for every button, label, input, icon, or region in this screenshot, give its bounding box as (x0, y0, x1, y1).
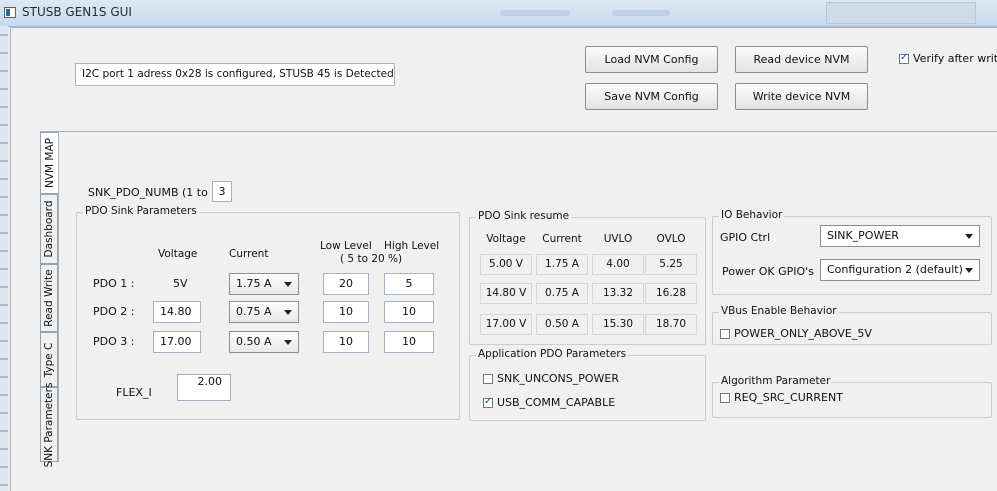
resume-current-header: Current (542, 233, 582, 245)
resume-cell: 0.50 A (536, 314, 588, 335)
chevron-down-icon (284, 340, 292, 345)
group-title: PDO Sink Parameters (83, 205, 199, 217)
group-title: Algorithm Parameter (719, 375, 833, 387)
flex-i-input[interactable]: 2.00 (177, 374, 231, 401)
resume-cell: 14.80 V (480, 283, 532, 304)
power-ok-gpio-select[interactable]: Configuration 2 (default) (820, 259, 980, 281)
status-field: I2C port 1 adress 0x28 is configured, ST… (75, 63, 395, 86)
window-edge (0, 26, 8, 490)
resume-cell: 15.30 (592, 314, 644, 335)
pdo-2-current-select[interactable]: 0.75 A (229, 301, 299, 323)
blurred-window-thumbnail (826, 2, 976, 24)
resume-cell: 18.70 (645, 314, 697, 335)
pdo-3-low-level-input[interactable]: 10 (323, 331, 369, 353)
usb-comm-capable-checkbox[interactable]: USB_COMM_CAPABLE (483, 396, 615, 409)
checkbox-unchecked-icon (483, 374, 493, 384)
resume-cell: 17.00 V (480, 314, 532, 335)
high-level-header: High Level (384, 240, 440, 252)
chevron-down-icon (284, 310, 292, 315)
chevron-down-icon (965, 268, 973, 273)
verify-after-write-checkbox[interactable]: Verify after write (899, 52, 997, 65)
group-title: Application PDO Parameters (476, 348, 629, 360)
pdo-3-high-level-input[interactable]: 10 (384, 331, 434, 353)
window-title: STUSB GEN1S GUI (22, 5, 132, 19)
resume-cell: 1.75 A (536, 254, 588, 275)
snk-uncons-power-checkbox[interactable]: SNK_UNCONS_POWER (483, 372, 619, 385)
resume-ovlo-header: OVLO (656, 233, 686, 245)
vertical-tab-strip: NVM MAP Dashboard Read Write Type C SNK … (40, 132, 59, 467)
tab-read-write[interactable]: Read Write (40, 264, 58, 332)
application-pdo-parameters-group: Application PDO Parameters (469, 348, 706, 421)
pdo-1-current-select[interactable]: 1.75 A (229, 273, 299, 295)
resume-cell: 5.25 (645, 254, 697, 275)
blurred-title-text (500, 10, 570, 16)
write-device-nvm-button[interactable]: Write device NVM (735, 83, 868, 110)
pdo-2-label: PDO 2 : (93, 305, 135, 318)
resume-voltage-header: Voltage (486, 233, 526, 245)
tab-dashboard[interactable]: Dashboard (40, 194, 58, 264)
pdo-2-high-level-input[interactable]: 10 (384, 301, 434, 323)
checkbox-unchecked-icon (720, 329, 730, 339)
pdo-2-low-level-input[interactable]: 10 (323, 301, 369, 323)
gpio-ctrl-label: GPIO Ctrl (720, 231, 771, 244)
tab-nvm-map[interactable]: NVM MAP (40, 132, 59, 194)
chevron-down-icon (965, 234, 973, 239)
pdo-1-voltage: 5V (173, 277, 188, 290)
group-title: VBus Enable Behavior (719, 305, 839, 317)
resume-cell: 4.00 (592, 254, 644, 275)
range-header: ( 5 to 20 %) (340, 253, 403, 265)
gpio-ctrl-select[interactable]: SINK_POWER (820, 225, 980, 247)
save-nvm-config-button[interactable]: Save NVM Config (585, 83, 718, 110)
checkbox-unchecked-icon (720, 393, 730, 403)
checkbox-checked-icon (483, 396, 493, 408)
flex-i-label: FLEX_I (116, 386, 152, 399)
pdo-3-current-select[interactable]: 0.50 A (229, 331, 299, 353)
pdo-3-voltage-input[interactable]: 17.00 (153, 331, 201, 353)
tab-type-c[interactable]: Type C (40, 332, 58, 387)
tab-snk-parameters[interactable]: SNK Parameters (40, 382, 58, 467)
low-level-header: Low Level (320, 240, 372, 252)
power-only-above-5v-checkbox[interactable]: POWER_ONLY_ABOVE_5V (720, 327, 872, 340)
chevron-down-icon (284, 282, 292, 287)
group-title: IO Behavior (719, 209, 785, 221)
pdo-2-voltage-input[interactable]: 14.80 (153, 301, 201, 323)
read-device-nvm-button[interactable]: Read device NVM (735, 46, 868, 73)
voltage-header: Voltage (158, 248, 198, 260)
resume-cell: 0.75 A (536, 283, 588, 304)
pdo-1-high-level-input[interactable]: 5 (384, 273, 434, 295)
load-nvm-config-button[interactable]: Load NVM Config (585, 46, 718, 73)
power-ok-gpio-label: Power OK GPIO's (722, 265, 814, 278)
app-icon (4, 7, 16, 18)
pdo-1-low-level-input[interactable]: 20 (323, 273, 369, 295)
resume-cell: 16.28 (645, 283, 697, 304)
snk-pdo-numb-label: SNK_PDO_NUMB (1 to 3) (88, 186, 223, 199)
resume-cell: 5.00 V (480, 254, 532, 275)
verify-label: Verify after write (913, 52, 997, 65)
pdo-1-label: PDO 1 : (93, 277, 135, 290)
snk-pdo-numb-input[interactable]: 3 (212, 181, 232, 202)
req-src-current-checkbox[interactable]: REQ_SRC_CURRENT (720, 391, 843, 404)
resume-uvlo-header: UVLO (603, 233, 633, 245)
current-header: Current (229, 248, 269, 260)
pdo-3-label: PDO 3 : (93, 335, 135, 348)
checkbox-checked-icon (899, 52, 909, 64)
title-bar: STUSB GEN1S GUI (0, 0, 997, 27)
group-title: PDO Sink resume (476, 210, 572, 222)
resume-cell: 13.32 (592, 283, 644, 304)
blurred-title-text (612, 10, 670, 16)
